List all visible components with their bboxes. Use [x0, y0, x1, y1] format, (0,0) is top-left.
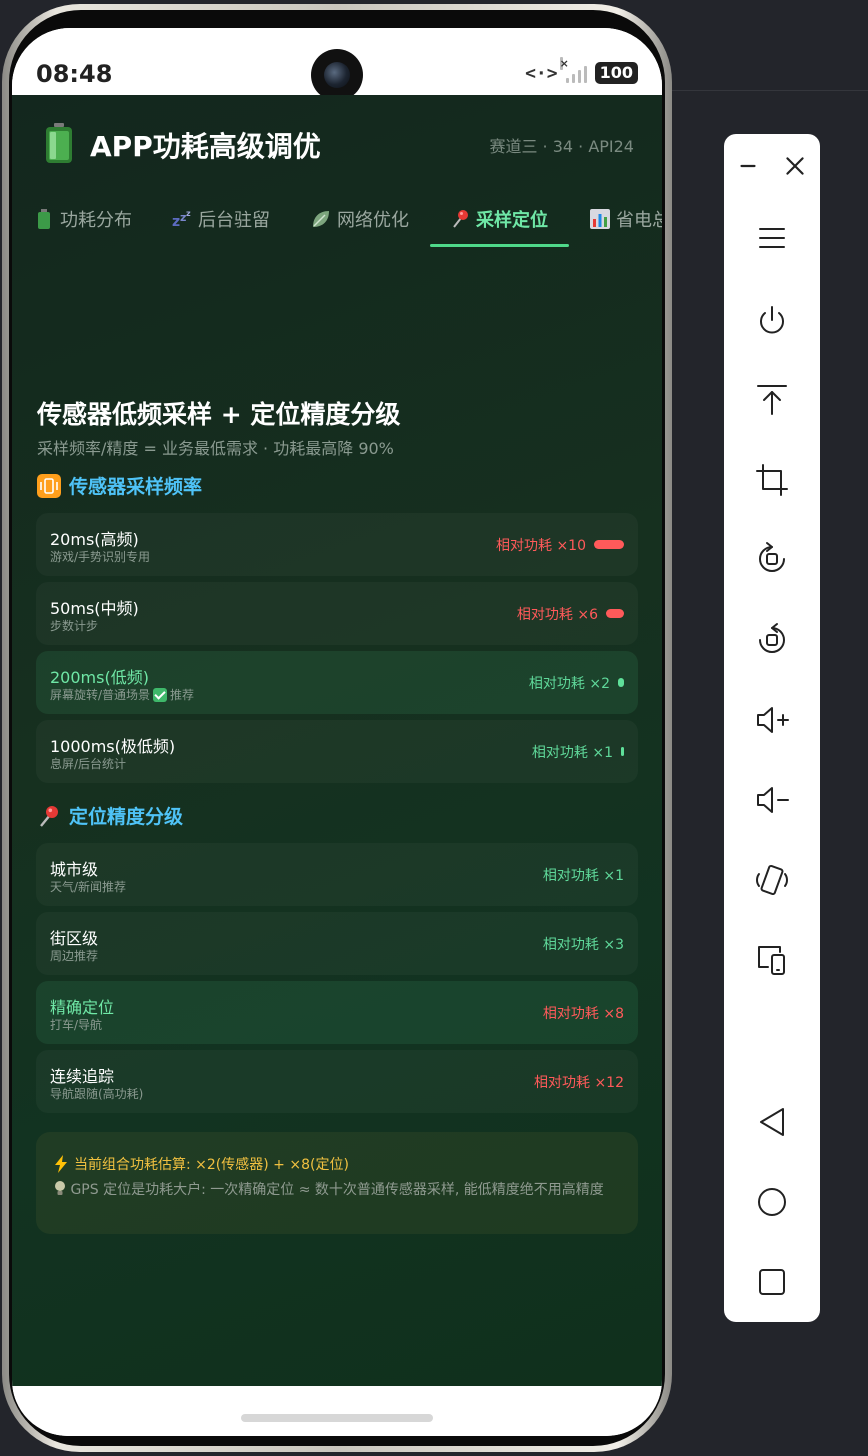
active-tab-indicator — [430, 244, 569, 247]
tab-background-residency[interactable]: zzz 后台驻留 — [170, 190, 272, 248]
sensor-section-title: 传感器采样频率 — [37, 472, 202, 499]
sensor-option-200ms[interactable]: 200ms(低频) 屏幕旋转/普通场景 推荐 相对功耗 ×2 — [36, 651, 638, 714]
recommended-tag: 推荐 — [170, 688, 195, 702]
battery-icon — [46, 123, 72, 163]
power-cost-label: 相对功耗 ×8 — [542, 1005, 624, 1022]
power-cost-label: 相对功耗 ×3 — [542, 936, 624, 953]
power-level-bar — [606, 609, 624, 618]
power-level-bar — [594, 540, 624, 549]
leaf-icon — [313, 211, 329, 227]
lightbulb-icon — [55, 1181, 65, 1195]
estimate-text: 当前组合功耗估算: ×2(传感器) + ×8(定位) — [74, 1157, 349, 1173]
shake-icon[interactable] — [724, 850, 820, 910]
app-header: APP功耗高级调优 赛道三 · 34 · API24 — [12, 95, 662, 190]
pin-icon — [453, 210, 468, 228]
location-option-precise[interactable]: 精确定位 打车/导航 相对功耗 ×8 — [36, 981, 638, 1044]
sleep-icon: zzz — [172, 209, 191, 229]
location-option-tracking[interactable]: 连续追踪 导航跟随(高功耗) 相对功耗 ×12 — [36, 1050, 638, 1113]
location-option-block[interactable]: 街区级 周边推荐 相对功耗 ×3 — [36, 912, 638, 975]
gesture-bar — [12, 1386, 662, 1436]
power-level-bar — [618, 678, 624, 687]
volume-down-icon[interactable] — [724, 770, 820, 830]
svg-text:z: z — [172, 214, 180, 229]
sensor-option-20ms[interactable]: 20ms(高频) 游戏/手势识别专用 相对功耗 ×10 — [36, 513, 638, 576]
crop-icon[interactable] — [724, 450, 820, 510]
power-level-bar — [621, 747, 624, 756]
power-cost-label: 相对功耗 ×10 — [496, 537, 586, 554]
svg-text:z: z — [186, 209, 191, 218]
vibration-icon — [37, 473, 61, 498]
app-content: APP功耗高级调优 赛道三 · 34 · API24 功耗分布 zzz 后台驻留… — [12, 95, 662, 1386]
volume-up-icon[interactable] — [724, 690, 820, 750]
background-divider — [672, 90, 868, 91]
tab-power-saving-summary[interactable]: 省电总 — [588, 190, 662, 248]
power-cost-label: 相对功耗 ×1 — [542, 867, 624, 884]
power-cost-label: 相对功耗 ×6 — [516, 606, 598, 623]
rotate-right-icon[interactable] — [724, 610, 820, 670]
data-transfer-icon: <·> — [525, 62, 558, 84]
app-subtitle: 赛道三 · 34 · API24 — [489, 137, 634, 156]
location-section-title: 定位精度分级 — [37, 802, 183, 829]
status-bar: 08:48 <·> × 100 — [12, 28, 662, 101]
front-camera — [311, 49, 363, 101]
pin-icon — [40, 805, 58, 827]
rotate-left-icon[interactable] — [724, 529, 820, 589]
minimize-icon[interactable] — [730, 148, 766, 184]
page-subheading: 采样频率/精度 = 业务最低需求 · 功耗最高降 90% — [37, 439, 394, 458]
lightning-icon — [55, 1155, 67, 1173]
battery-icon: 100 — [594, 62, 638, 84]
emulator-toolbar — [724, 134, 820, 1322]
status-time: 08:48 — [36, 60, 113, 88]
tab-sampling-location[interactable]: 采样定位 — [448, 190, 550, 248]
scroll-top-icon[interactable] — [724, 370, 820, 430]
power-cost-label: 相对功耗 ×1 — [531, 744, 613, 761]
home-icon[interactable] — [724, 1172, 820, 1232]
signal-icon: × — [559, 57, 587, 83]
app-title: APP功耗高级调优 — [90, 130, 321, 163]
location-option-city[interactable]: 城市级 天气/新闻推荐 相对功耗 ×1 — [36, 843, 638, 906]
back-icon[interactable] — [724, 1092, 820, 1152]
tab-bar: 功耗分布 zzz 后台驻留 网络优化 采样定位 省电总 — [12, 190, 662, 248]
home-indicator[interactable] — [241, 1414, 433, 1422]
chart-icon — [590, 209, 610, 229]
tab-power-distribution[interactable]: 功耗分布 — [32, 190, 134, 248]
sensor-option-1000ms[interactable]: 1000ms(极低频) 息屏/后台统计 相对功耗 ×1 — [36, 720, 638, 783]
device-switch-icon[interactable] — [724, 930, 820, 990]
power-cost-label: 相对功耗 ×12 — [534, 1074, 624, 1091]
recents-icon[interactable] — [724, 1252, 820, 1312]
power-estimate-note: 当前组合功耗估算: ×2(传感器) + ×8(定位) GPS 定位是功耗大户: … — [36, 1132, 638, 1234]
menu-icon[interactable] — [724, 208, 820, 268]
power-icon[interactable] — [724, 291, 820, 351]
tip-text: GPS 定位是功耗大户: 一次精确定位 ≈ 数十次普通传感器采样, 能低精度绝不… — [70, 1182, 604, 1198]
tab-network-optimization[interactable]: 网络优化 — [309, 190, 411, 248]
battery-icon — [38, 209, 50, 229]
device-screen: 08:48 <·> × 100 APP功耗高级调优 赛道三 · 34 · API… — [12, 28, 662, 1436]
check-icon — [153, 687, 168, 702]
power-cost-label: 相对功耗 ×2 — [528, 675, 610, 692]
sensor-option-50ms[interactable]: 50ms(中频) 步数计步 相对功耗 ×6 — [36, 582, 638, 645]
page-heading: 传感器低频采样 + 定位精度分级 — [37, 400, 401, 429]
close-icon[interactable] — [777, 148, 813, 184]
